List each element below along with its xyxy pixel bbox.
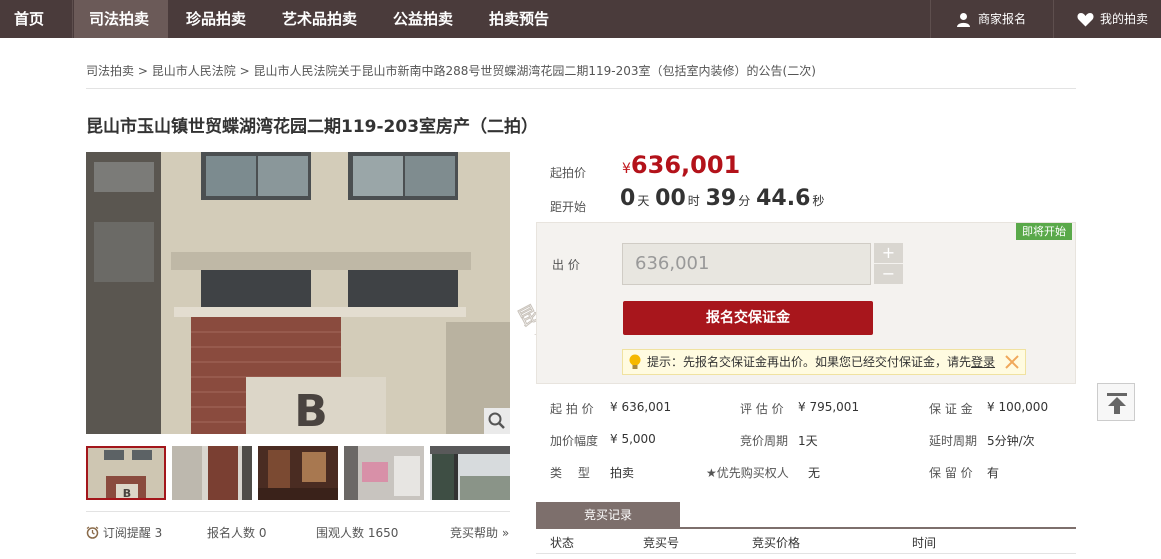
countdown-minutes-unit: 分 — [738, 194, 751, 208]
thumbnail-5[interactable] — [430, 446, 510, 500]
column-header-bid-price: 竞买价格 — [752, 536, 801, 550]
breadcrumb-judicial-auction[interactable]: 司法拍卖 — [86, 64, 134, 78]
building-photo-image: B — [86, 152, 510, 434]
column-header-time: 时间 — [912, 536, 937, 550]
bid-amount-input[interactable]: 636,001 — [622, 243, 871, 285]
divider — [536, 527, 1076, 529]
tip-text: 提示：先报名交保证金再出价。如果您已经交付保证金，请先 — [647, 355, 972, 369]
start-price-value: 636,001 — [630, 151, 741, 179]
info-reserve-label: 保 留 价 — [929, 466, 973, 480]
countdown-days-unit: 天 — [637, 194, 650, 208]
info-priority-value: 无 — [808, 466, 821, 480]
info-appraisal-value: ¥ 795,001 — [798, 400, 860, 414]
countdown-label: 距开始 — [550, 200, 587, 214]
breadcrumb-court[interactable]: 昆山市人民法院 — [152, 64, 236, 78]
subscribe-reminder[interactable]: 订阅提醒 3 — [86, 524, 162, 541]
info-appraisal-label: 评 估 价 — [740, 402, 784, 416]
info-deposit-value: ¥ 100,000 — [987, 400, 1049, 414]
breadcrumb-announcement[interactable]: 昆山市人民法院关于昆山市新南中路288号世贸蝶湖湾花园二期119-203室（包括… — [253, 64, 815, 78]
building-letter: B — [294, 386, 328, 434]
start-price-label: 起拍价 — [550, 166, 587, 180]
countdown-timer: 0天 00 时 39 分 44.6 秒 — [620, 186, 826, 211]
nav-divider — [930, 0, 931, 38]
heart-icon — [1077, 13, 1094, 27]
nav-treasure-auction[interactable]: 珍品拍卖 — [186, 0, 246, 38]
currency-symbol: ¥ — [622, 161, 631, 177]
info-reserve-value: 有 — [987, 466, 1000, 480]
my-auctions-link[interactable]: 我的拍卖 — [1077, 0, 1148, 38]
column-header-bidder-number: 竞买号 — [643, 536, 680, 550]
breadcrumb-separator: > — [137, 64, 148, 78]
lightbulb-icon — [629, 354, 641, 369]
magnifier-icon — [488, 412, 505, 429]
nav-charity-auction[interactable]: 公益拍卖 — [393, 0, 453, 38]
info-extension-label: 延时周期 — [929, 434, 978, 448]
merchant-signup-label: 商家报名 — [978, 12, 1027, 26]
countdown-seconds: 44.6 — [756, 186, 811, 211]
info-increment-label: 加价幅度 — [550, 434, 599, 448]
thumbnail-strip: B — [86, 446, 510, 500]
thumbnail-1[interactable]: B — [86, 446, 166, 500]
bidding-help-link[interactable]: 竞买帮助 » — [450, 524, 509, 541]
login-link[interactable]: 登录 — [971, 355, 995, 369]
nav-art-auction[interactable]: 艺术品拍卖 — [282, 0, 357, 38]
breadcrumb: 司法拍卖 > 昆山市人民法院 > 昆山市人民法院关于昆山市新南中路288号世贸蝶… — [86, 62, 816, 79]
countdown-hours: 00 — [655, 186, 686, 211]
info-cycle-label: 竞价周期 — [740, 434, 789, 448]
start-price: ¥636,001 — [622, 151, 740, 179]
user-icon — [957, 13, 970, 27]
countdown-days: 0 — [620, 186, 636, 211]
nav-auction-preview[interactable]: 拍卖预告 — [489, 0, 549, 38]
page-title: 昆山市玉山镇世贸蝶湖湾花园二期119-203室房产（二拍） — [86, 117, 539, 137]
info-extension-value: 5分钟/次 — [987, 434, 1035, 448]
countdown-hours-unit: 时 — [687, 194, 700, 208]
arrow-up-icon — [1107, 393, 1127, 414]
signup-count: 报名人数 0 — [207, 526, 267, 540]
subscribe-label: 订阅提醒 — [102, 526, 151, 540]
main-photo[interactable]: B — [86, 152, 510, 434]
pay-deposit-button[interactable]: 报名交保证金 — [623, 301, 873, 335]
nav-divider — [72, 0, 73, 38]
merchant-signup-link[interactable]: 商家报名 — [956, 0, 1026, 38]
viewer-count: 围观人数 1650 — [316, 526, 399, 540]
info-start-price-label: 起 拍 价 — [550, 402, 594, 416]
thumbnail-3[interactable] — [258, 446, 338, 500]
countdown-minutes: 39 — [705, 186, 737, 211]
countdown-seconds-unit: 秒 — [812, 194, 825, 208]
subscribe-count: 3 — [154, 526, 163, 540]
column-header-status: 状态 — [550, 536, 575, 550]
increase-bid-button[interactable]: + — [874, 243, 903, 263]
info-start-price-value: ¥ 636,001 — [610, 400, 672, 414]
thumbnail-2[interactable] — [172, 446, 252, 500]
nav-home[interactable]: 首页 — [14, 0, 44, 38]
info-type-value: 拍卖 — [610, 466, 635, 480]
divider — [86, 511, 510, 512]
info-priority-label: ★优先购买权人 — [706, 466, 789, 480]
alarm-clock-icon — [86, 526, 99, 539]
divider — [536, 553, 1076, 554]
status-badge: 即将开始 — [1016, 223, 1072, 240]
close-icon[interactable] — [1003, 353, 1021, 371]
top-nav: 首页 司法拍卖 珍品拍卖 艺术品拍卖 公益拍卖 拍卖预告 商家报名 我的拍卖 — [0, 0, 1161, 38]
info-deposit-label: 保 证 金 — [929, 402, 973, 416]
decrease-bid-button[interactable]: − — [874, 264, 903, 284]
nav-judicial-auction[interactable]: 司法拍卖 — [74, 0, 168, 38]
thumbnail-4[interactable] — [344, 446, 424, 500]
svg-text:B: B — [123, 487, 131, 500]
back-to-top-button[interactable] — [1097, 383, 1135, 421]
bid-label: 出 价 — [552, 258, 580, 272]
info-cycle-value: 1天 — [798, 434, 818, 448]
breadcrumb-separator: > — [239, 64, 250, 78]
info-increment-value: ¥ 5,000 — [610, 432, 656, 446]
nav-divider — [1053, 0, 1054, 38]
my-auctions-label: 我的拍卖 — [1100, 12, 1149, 26]
zoom-button[interactable] — [484, 408, 510, 434]
deposit-tip: 提示：先报名交保证金再出价。如果您已经交付保证金，请先登录 — [622, 349, 1026, 375]
divider — [86, 88, 1076, 89]
tab-bid-records[interactable]: 竞买记录 — [536, 502, 680, 528]
info-type-label: 类 型 — [550, 466, 590, 480]
